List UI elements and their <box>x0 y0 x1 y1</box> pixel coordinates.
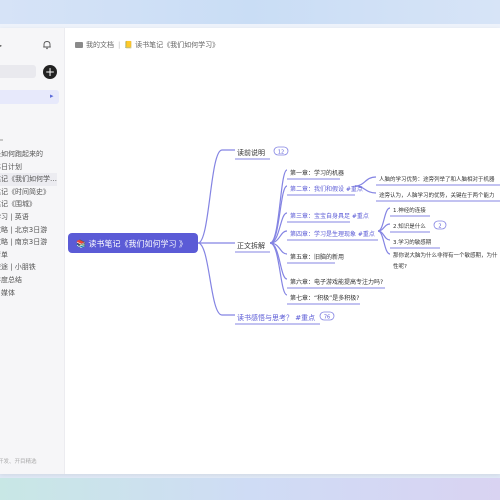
chapter-2[interactable]: 第二章：我们和假设 #重点 <box>290 185 363 193</box>
branch-count-badge-text: 76 <box>324 315 330 321</box>
chapter-4-point[interactable]: 3.学习的敏感期 <box>393 238 432 246</box>
chapter-6[interactable]: 第六章：电子游戏能提高专注力吗? <box>290 278 383 286</box>
point-count-badge-text: 2 <box>438 224 441 230</box>
branch-reflection[interactable]: 读书感悟与思考？ #重点 <box>237 313 315 322</box>
chapter-4-point[interactable]: 2.知识是什么 <box>393 222 426 230</box>
mindmap-canvas: 📚 读书笔记《我们如何学习 》 读前说明 12 正文拆解 读书感悟与思考？ #重… <box>68 146 500 325</box>
chapter-3[interactable]: 第三章：宝宝自身具足 #重点 <box>290 212 369 220</box>
mindmap-root-label: 📚 读书笔记《我们如何学习 》 <box>76 239 187 249</box>
background-top-band <box>0 0 500 24</box>
app-window: ▸ + ▸ 是如何跑起来的 每日计划 笔记《我们如何学… 笔记《时间简史》 笔记… <box>0 28 500 474</box>
chapter-4-point-cont: 性呢? <box>393 262 407 270</box>
chapter-7[interactable]: 第七章：“积极”是多积极? <box>290 294 359 302</box>
background-bottom-band <box>0 478 500 500</box>
branch-text-breakdown[interactable]: 正文拆解 <box>237 241 265 250</box>
branch-count-badge-text: 12 <box>278 150 284 156</box>
chapter-4[interactable]: 第四章：学习是生理现象 #重点 <box>290 230 375 238</box>
chapter-4-point[interactable]: 那你说大脑为什么非得有一个敏感期，为什 <box>393 251 498 259</box>
chapter-2-note[interactable]: 人脑的学习优势：途旁列举了和人脑相对于机器 <box>379 175 495 183</box>
chapter-2-note[interactable]: 途旁认为，人脑学习的优势，关键在于两个能力 <box>379 191 495 199</box>
chapter-1[interactable]: 第一章：学习的机器 <box>290 169 344 177</box>
chapter-4-point[interactable]: 1.神经的连接 <box>393 206 426 214</box>
branch-reading-notes[interactable]: 读前说明 <box>237 148 265 157</box>
chapter-5[interactable]: 第五章：旧脑的新用 <box>290 253 344 261</box>
